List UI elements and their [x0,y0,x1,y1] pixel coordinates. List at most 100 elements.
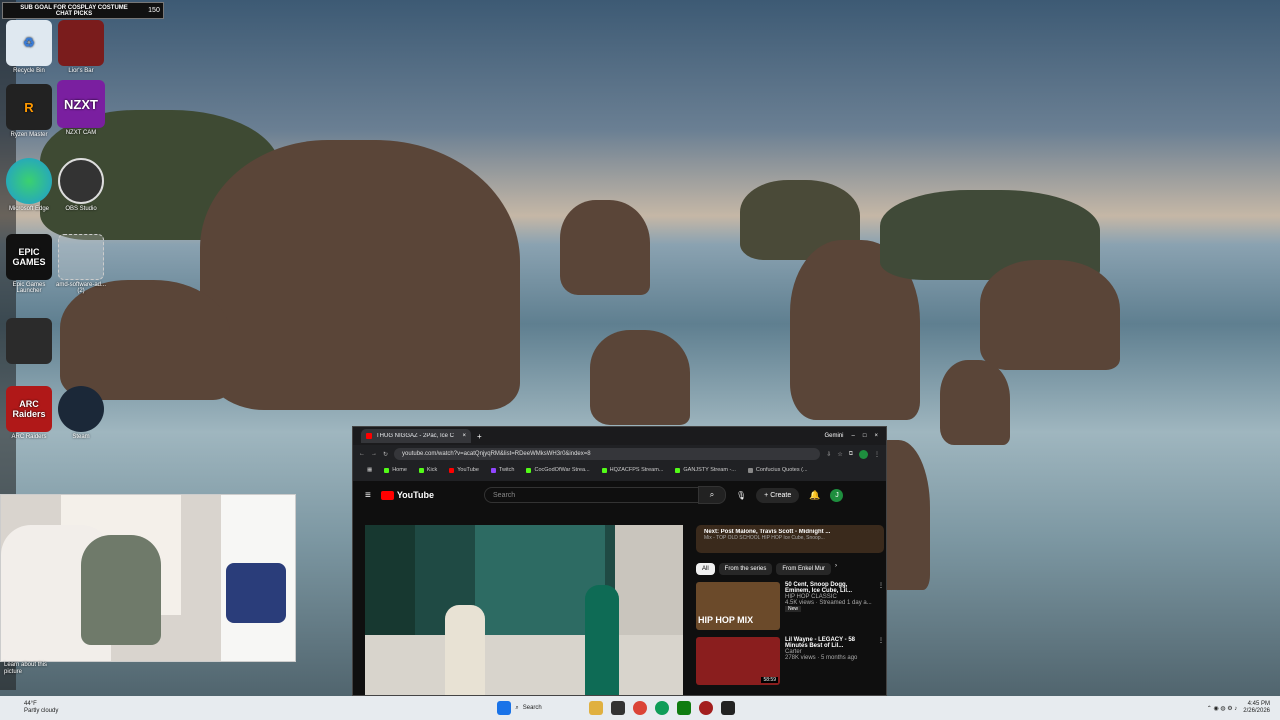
ryzen-master-icon[interactable]: R Ryzen Master [2,84,56,138]
new-badge: New [785,606,802,612]
webcam-overlay [0,494,296,662]
tab-bar: THUG NIGGAZ - 2Pac, Ice C × + Gemini – □… [353,427,886,445]
video-thumbnail[interactable]: 58:59 [696,637,780,685]
menu-icon[interactable]: ⋮ [874,451,880,458]
tab-close-icon[interactable]: × [462,433,466,439]
epic-games-icon[interactable]: EPIC GAMES Epic Games Launcher [2,234,56,294]
search-icon[interactable]: ⌕ [698,486,727,504]
learn-about-picture[interactable]: Learn about this picture [4,662,54,676]
browser-tab[interactable]: THUG NIGGAZ - 2Pac, Ice C × [361,429,471,443]
bookmark-item[interactable]: Confucius Quotes (... [747,467,808,473]
new-tab-button[interactable]: + [477,432,482,441]
video-thumbnail[interactable]: HIP HOP MIX [696,582,780,630]
youtube-favicon-icon [366,433,372,439]
steam-icon[interactable]: Steam [54,386,108,440]
terminal-icon[interactable] [721,701,736,715]
extensions-icon[interactable]: ⧉ [849,451,853,458]
bookmark-label: Twitch [498,467,515,473]
reload-icon[interactable]: ↻ [383,451,388,458]
video-duration: 58:59 [761,677,778,683]
desktop-icon-label: ARC Raiders [11,434,47,440]
chrome-icon[interactable] [633,701,648,715]
bookmark-star-icon[interactable]: ☆ [837,451,842,458]
chip-from-series[interactable]: From the series [718,563,773,575]
youtube-logo[interactable]: YouTube [380,490,435,500]
tray-icons[interactable]: ⌃ ◉ ◍ ⚙ ♪ [1207,705,1238,712]
desktop-icon-label: OBS Studio [65,206,97,212]
taskbar-search[interactable]: ⌕ Search [515,705,585,712]
youtube-header: ≡ YouTube Search ⌕ 🎙 + Create 🔔 J [353,481,886,509]
youtube-logo-text: YouTube [396,490,435,500]
bookmarks-bar: ▦ Home Kick YouTube Twitch CocGodOfWar S… [353,463,886,477]
video-title: Lil Wayne - LEGACY - 58 Minutes Best of … [785,637,856,649]
desktop-icon-label: Recycle Bin [13,68,45,74]
bookmark-label: HQZACFPS Stream... [609,467,664,473]
bookmark-item[interactable]: CocGodOfWar Strea... [526,467,590,473]
weather-temp: 44°F [24,701,37,707]
amd-software-icon[interactable]: amd-software-ad... (2) [54,234,108,294]
chevron-right-icon[interactable]: › [835,563,837,575]
maximize-icon[interactable]: □ [863,433,867,439]
list-item[interactable]: 58:59 Lil Wayne - LEGACY - 58 Minutes Be… [696,637,884,685]
back-icon[interactable]: ← [359,451,365,457]
more-options-icon[interactable]: ⋮ [878,637,884,685]
create-label: Create [770,491,792,499]
notifications-icon[interactable]: 🔔 [809,490,820,501]
bookmark-item[interactable]: Twitch [490,467,515,473]
gemini-button[interactable]: Gemini [825,433,844,439]
next-subtitle: Mix - TOP OLD SCHOOL HIP HOP Ice Cube, S… [704,535,825,541]
desktop-icon-label: NZXT CAM [65,130,97,136]
next-up-card[interactable]: Next: Post Malone, Travis Scott - Midnig… [696,525,884,553]
clock[interactable]: 4:45 PM 2/26/2026 [1243,701,1270,715]
bookmark-item[interactable]: GANJSTY Stream -... [675,467,736,473]
bookmark-label: CocGodOfWar Strea... [534,467,590,473]
apps-icon[interactable]: ▦ [367,467,372,473]
chip-all[interactable]: All [696,563,715,575]
bookmark-label: Confucius Quotes (... [755,467,808,473]
create-button[interactable]: + Create [756,487,800,503]
bookmark-item[interactable]: YouTube [449,467,479,473]
account-avatar[interactable]: J [830,488,844,502]
nzxt-cam-icon[interactable]: NZXT NZXT CAM [54,80,108,136]
minimize-icon[interactable]: – [852,433,855,439]
bookmark-label: YouTube [457,467,479,473]
install-icon[interactable]: ⇩ [826,451,831,458]
bookmark-label: Home [392,467,407,473]
goal-count: 150 [148,7,160,14]
taskbar-search-label: Search [522,705,542,711]
chrome-profile-icon[interactable] [655,701,670,715]
stream-goal-overlay: SUB GOAL FOR COSPLAY COSTUME CHAT PICKS … [2,2,164,19]
video-player[interactable] [365,525,683,695]
microsoft-edge-icon[interactable]: Microsoft Edge [2,158,56,212]
file-explorer-icon[interactable] [611,701,626,715]
bookmark-item[interactable]: Home [384,467,407,473]
weather-widget[interactable]: 44°F Partly cloudy [24,701,58,715]
widgets-icon[interactable] [589,701,604,715]
xbox-icon[interactable] [677,701,692,715]
obs-studio-icon[interactable]: OBS Studio [54,158,108,212]
youtube-search-input[interactable]: Search [484,487,700,503]
hamburger-menu-icon[interactable]: ≡ [365,490,371,501]
browser-window[interactable]: THUG NIGGAZ - 2Pac, Ice C × + Gemini – □… [352,426,887,696]
list-item[interactable]: HIP HOP MIX 50 Cent, Snoop Dogg, Eminem,… [696,582,884,630]
bookmark-item[interactable]: HQZACFPS Stream... [601,467,664,473]
liors-bar-icon[interactable]: Lior's Bar [54,20,108,74]
arc-raiders-icon[interactable]: ARC Raiders ARC Raiders [2,386,56,440]
more-options-icon[interactable]: ⋮ [878,582,884,630]
address-bar-row: ← → ↻ youtube.com/watch?v=acatQnjyqRM&li… [353,445,886,463]
desktop-icon-label: Lior's Bar [68,68,94,74]
chip-from-channel[interactable]: From Enkel Mur [776,563,832,575]
url-field[interactable]: youtube.com/watch?v=acatQnjyqRM&list=RDe… [394,448,821,460]
unknown-app-icon[interactable] [2,318,56,366]
bookmark-item[interactable]: Kick [418,467,437,473]
forward-icon[interactable]: → [371,451,377,457]
recycle-bin-icon[interactable]: ♻ Recycle Bin [2,20,56,74]
bookmark-label: GANJSTY Stream -... [683,467,736,473]
close-window-icon[interactable]: × [874,433,878,439]
youtube-play-icon [380,490,394,500]
start-icon[interactable] [497,701,512,715]
voice-search-icon[interactable]: 🎙 [736,491,746,500]
profile-avatar[interactable] [859,449,868,459]
app-icon[interactable] [699,701,714,715]
video-title: 50 Cent, Snoop Dogg, Eminem, Ice Cube, L… [785,582,853,594]
